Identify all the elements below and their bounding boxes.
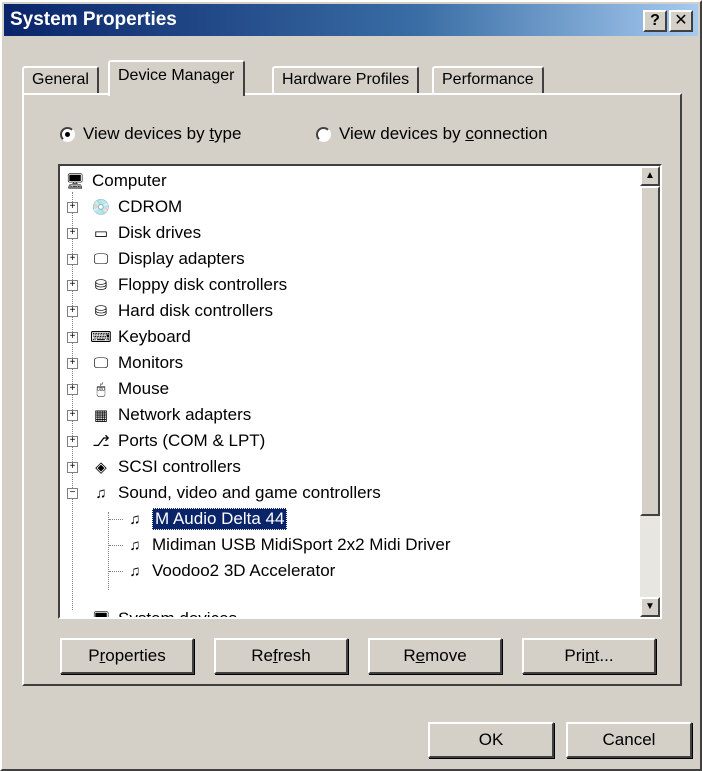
network-adapter-icon: ▦ (93, 407, 109, 424)
tab-performance[interactable]: Performance (432, 66, 544, 94)
tree-item-voodoo2[interactable]: ♫ Voodoo2 3D Accelerator (124, 558, 335, 584)
view-by-type-option[interactable]: View devices by type (60, 124, 241, 144)
tree-item-cdrom[interactable]: 💿 CDROM (90, 194, 183, 220)
tree-item-sound-video-game[interactable]: ♫ Sound, video and game controllers (90, 480, 380, 506)
tree-item-disk-drives[interactable]: ▭ Disk drives (90, 220, 201, 246)
close-button[interactable]: ✕ (669, 10, 693, 32)
tree-item-keyboard[interactable]: ⌨ Keyboard (90, 324, 191, 350)
tree-item-scsi-controllers[interactable]: ◈ SCSI controllers (90, 454, 241, 480)
hard-disk-controller-icon: ⛁ (94, 303, 108, 320)
title-bar[interactable]: System Properties ? ✕ (4, 4, 698, 36)
view-by-connection-radio[interactable] (316, 126, 331, 142)
expand-button[interactable]: + (67, 358, 78, 369)
sound-device-icon: ♫ (129, 536, 141, 554)
vertical-scrollbar[interactable]: ▲ ▼ (640, 166, 660, 617)
display-adapter-icon: 🖵 (93, 250, 109, 268)
view-by-connection-label: View devices by connection (339, 124, 548, 143)
print-button[interactable]: Print... (522, 638, 656, 674)
tree-item-m-audio-delta[interactable]: ♫ M Audio Delta 44 (124, 506, 288, 532)
system-devices-icon: 🖥 (90, 609, 112, 617)
mouse-icon: 🖱 (96, 380, 106, 398)
monitor-icon: 🖵 (93, 354, 109, 372)
tree-item-network-adapters[interactable]: ▦ Network adapters (90, 402, 251, 428)
view-by-type-radio[interactable] (60, 126, 75, 142)
sound-device-icon: ♫ (129, 562, 141, 580)
help-button[interactable]: ? (643, 10, 667, 32)
window-title: System Properties (10, 9, 177, 30)
tree-item-system-devices[interactable]: 🖥System devices (90, 606, 237, 617)
sound-device-icon: ♫ (129, 510, 141, 528)
expand-button[interactable]: + (67, 202, 78, 213)
tree-connector (109, 571, 123, 572)
scroll-up-button[interactable]: ▲ (640, 166, 660, 186)
keyboard-icon: ⌨ (90, 329, 112, 346)
tree-connector (108, 512, 109, 590)
expand-button[interactable]: + (67, 306, 78, 317)
system-properties-window: System Properties ? ✕ General Device Man… (0, 0, 702, 771)
tree-root-computer[interactable]: 🖥 Computer (64, 168, 167, 194)
sound-controller-icon: ♫ (95, 484, 107, 502)
tree-connector (109, 545, 123, 546)
floppy-controller-icon: ⛁ (94, 277, 108, 294)
remove-button[interactable]: Remove (368, 638, 502, 674)
tree-connector (109, 519, 123, 520)
tab-device-manager[interactable]: Device Manager (108, 60, 245, 96)
expand-button[interactable]: + (67, 384, 78, 395)
scroll-thumb[interactable] (640, 186, 660, 516)
computer-icon: 🖥 (65, 173, 85, 190)
expand-button[interactable]: + (67, 436, 78, 447)
ports-icon: ⎇ (92, 433, 110, 450)
refresh-button[interactable]: Refresh (214, 638, 348, 674)
device-tree[interactable]: 🖥 Computer 💿 CDROM + ▭ Disk drives + 🖵 Disp… (60, 166, 640, 617)
tree-item-monitors[interactable]: 🖵 Monitors (90, 350, 183, 376)
scsi-icon: ◈ (95, 459, 107, 476)
expand-button[interactable]: + (67, 410, 78, 421)
cdrom-icon: 💿 (91, 199, 111, 216)
expand-button[interactable]: + (67, 332, 78, 343)
collapse-button[interactable]: − (67, 488, 78, 499)
disk-drive-icon: ▭ (93, 225, 109, 242)
tree-root-label: Computer (92, 171, 167, 190)
tab-hardware-profiles[interactable]: Hardware Profiles (272, 66, 420, 94)
tab-general[interactable]: General (22, 66, 99, 94)
expand-button[interactable]: + (67, 462, 78, 473)
tree-item-display-adapters[interactable]: 🖵 Display adapters (90, 246, 245, 272)
tree-item-ports[interactable]: ⎇ Ports (COM & LPT) (90, 428, 265, 454)
properties-button[interactable]: Properties (60, 638, 194, 674)
expand-button[interactable]: + (67, 254, 78, 265)
expand-button[interactable]: + (67, 280, 78, 291)
tree-item-hard-disk-controllers[interactable]: ⛁ Hard disk controllers (90, 298, 273, 324)
view-by-connection-option[interactable]: View devices by connection (316, 124, 548, 144)
scroll-down-button[interactable]: ▼ (640, 597, 660, 617)
view-by-type-label: View devices by type (83, 124, 242, 143)
cancel-button[interactable]: Cancel (566, 722, 692, 758)
expand-button[interactable]: + (67, 228, 78, 239)
tree-item-floppy-controllers[interactable]: ⛁ Floppy disk controllers (90, 272, 287, 298)
ok-button[interactable]: OK (428, 722, 554, 758)
tree-item-midiman[interactable]: ♫ Midiman USB MidiSport 2x2 Midi Driver (124, 532, 450, 558)
device-tree-box: 🖥 Computer 💿 CDROM + ▭ Disk drives + 🖵 Disp… (58, 164, 662, 619)
tree-item-mouse[interactable]: 🖱 Mouse (90, 376, 169, 402)
